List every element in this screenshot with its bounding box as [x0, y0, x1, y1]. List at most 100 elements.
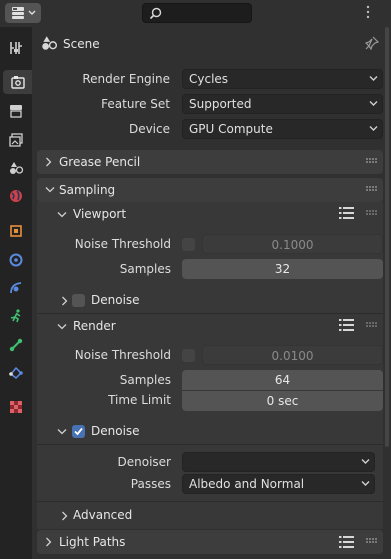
tab-particles[interactable]: [3, 276, 29, 300]
panel-title: Light Paths: [59, 535, 126, 549]
drag-grip-icon[interactable]: [366, 186, 378, 192]
subpanel-advanced[interactable]: Advanced: [37, 503, 383, 527]
tab-constraints[interactable]: [3, 333, 29, 357]
chevron-down-icon: [361, 459, 370, 464]
panel-grease-pencil[interactable]: Grease Pencil: [37, 150, 383, 174]
viewport-noise-threshold-checkbox[interactable]: [182, 238, 195, 251]
tab-output[interactable]: [3, 99, 29, 123]
subpanel-title: Denoise: [91, 293, 140, 307]
device-dropdown[interactable]: GPU Compute: [182, 119, 383, 139]
chevron-down-icon: [361, 481, 370, 486]
tab-texture[interactable]: [3, 395, 29, 419]
tab-physics[interactable]: [3, 304, 29, 328]
feature-set-value: Supported: [189, 97, 252, 111]
constraints-icon: [9, 338, 23, 352]
subpanel-title: Viewport: [73, 207, 127, 221]
editor-type-button[interactable]: [5, 3, 41, 23]
particles-icon: [10, 282, 22, 294]
denoiser-dropdown[interactable]: [182, 452, 375, 472]
viewport-noise-threshold-field[interactable]: 0.1000: [202, 234, 383, 254]
tab-modifier[interactable]: [3, 248, 29, 272]
editor-header: [0, 0, 391, 27]
view-layer-icon: [9, 133, 23, 147]
subpanel-title: Advanced: [73, 508, 133, 522]
scene-context-icon: [42, 36, 58, 50]
subpanel-viewport[interactable]: Viewport: [37, 202, 383, 226]
properties-editor-icon: [11, 7, 24, 19]
divider: [37, 444, 383, 445]
chevron-down-icon: [57, 429, 67, 435]
drag-grip-icon[interactable]: [366, 322, 378, 328]
tab-scene[interactable]: [3, 156, 29, 180]
passes-value: Albedo and Normal: [189, 477, 305, 491]
world-icon: [10, 190, 22, 202]
properties-content: Scene Render Engine Cycles Feature Set S…: [32, 27, 391, 559]
options-menu-icon[interactable]: [366, 5, 380, 21]
render-engine-value: Cycles: [189, 72, 229, 86]
subpanel-viewport-denoise[interactable]: Denoise: [37, 288, 383, 312]
object-icon: [10, 225, 22, 237]
render-samples-label: Samples: [119, 373, 171, 387]
presets-list-icon[interactable]: [339, 318, 355, 332]
physics-icon: [10, 309, 21, 323]
render-denoise-checkbox[interactable]: [72, 425, 85, 438]
chevron-down-icon: [369, 101, 378, 106]
tab-object[interactable]: [3, 219, 29, 243]
tab-object-data[interactable]: [3, 361, 29, 385]
render-engine-dropdown[interactable]: Cycles: [182, 69, 383, 89]
search-input[interactable]: [142, 3, 252, 23]
panel-sampling[interactable]: Sampling: [37, 178, 383, 202]
render-samples-field[interactable]: 64: [182, 370, 383, 390]
chevron-right-icon: [62, 296, 68, 306]
scene-icon: [10, 162, 24, 174]
panel-title: Sampling: [59, 183, 116, 197]
chevron-down-icon: [369, 126, 378, 131]
object-data-icon: [9, 366, 23, 380]
passes-dropdown[interactable]: Albedo and Normal: [182, 474, 375, 494]
device-label: Device: [128, 122, 170, 136]
tab-render[interactable]: [3, 70, 32, 94]
subpanel-render-denoise[interactable]: Denoise: [37, 419, 383, 443]
panel-title: Grease Pencil: [59, 155, 141, 169]
tab-tool[interactable]: [3, 36, 29, 60]
scrollbar[interactable]: [385, 27, 389, 447]
subpanel-title: Denoise: [91, 424, 140, 438]
viewport-samples-field[interactable]: 32: [182, 259, 383, 279]
chevron-down-icon: [45, 187, 55, 193]
drag-grip-icon[interactable]: [366, 538, 378, 544]
output-icon: [10, 105, 22, 118]
passes-label: Passes: [130, 477, 171, 491]
chevron-down-icon: [57, 212, 67, 218]
checkmark-icon: [74, 427, 83, 436]
search-icon: [149, 7, 162, 20]
drag-grip-icon[interactable]: [366, 158, 378, 164]
feature-set-label: Feature Set: [101, 97, 170, 111]
time-limit-field[interactable]: 0 sec: [182, 391, 383, 411]
context-bar: Scene: [32, 27, 391, 61]
tab-world[interactable]: [3, 184, 29, 208]
chevron-right-icon: [46, 157, 52, 167]
chevron-down-icon: [57, 324, 67, 330]
chevron-down-icon: [369, 76, 378, 81]
device-value: GPU Compute: [189, 122, 273, 136]
divider: [37, 501, 383, 502]
modifier-icon: [9, 253, 23, 267]
render-noise-threshold-label: Noise Threshold: [74, 348, 171, 362]
subpanel-title: Render: [73, 319, 116, 333]
tab-view-layer[interactable]: [3, 128, 29, 152]
context-label: Scene: [63, 37, 100, 51]
feature-set-dropdown[interactable]: Supported: [182, 94, 383, 114]
viewport-denoise-checkbox[interactable]: [72, 294, 85, 307]
drag-grip-icon[interactable]: [366, 210, 378, 216]
time-limit-label: Time Limit: [108, 393, 171, 407]
subpanel-render[interactable]: Render: [37, 314, 383, 338]
presets-list-icon[interactable]: [339, 535, 355, 549]
viewport-samples-label: Samples: [119, 262, 171, 276]
panel-light-paths[interactable]: Light Paths: [37, 530, 383, 554]
denoiser-label: Denoiser: [117, 455, 171, 469]
chevron-right-icon: [46, 537, 52, 547]
pin-icon[interactable]: [365, 36, 379, 50]
render-noise-threshold-field[interactable]: 0.0100: [202, 345, 383, 365]
render-noise-threshold-checkbox[interactable]: [182, 349, 195, 362]
presets-list-icon[interactable]: [339, 206, 355, 220]
